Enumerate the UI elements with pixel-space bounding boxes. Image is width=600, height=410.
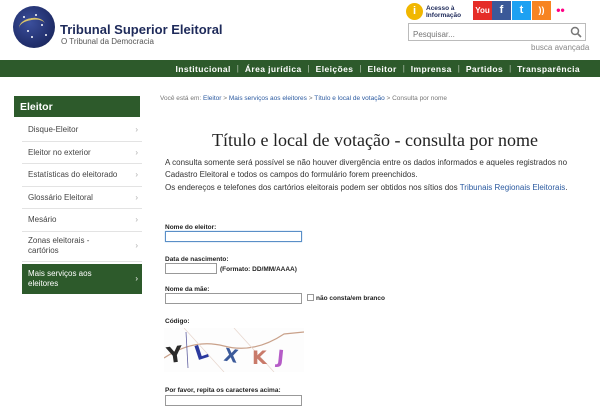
captcha-char-4: K (252, 347, 268, 369)
nav-institucional[interactable]: Institucional (170, 64, 237, 74)
site-subtitle: O Tribunal da Democracia (61, 37, 154, 46)
sidebar-item-label: Estatísticas do eleitorado (28, 170, 118, 180)
page-title: Título e local de votação - consulta por… (212, 130, 538, 150)
captcha-image: Y L X K J (164, 328, 304, 372)
breadcrumb-current: Consulta por nome (392, 95, 448, 102)
sidebar-item-label: Glossário Eleitoral (28, 192, 93, 202)
main-nav: Institucional | Área jurídica | Eleições… (0, 60, 600, 77)
twitter-icon[interactable]: t (512, 1, 531, 20)
birth-date-label: Data de nascimento: (165, 256, 229, 263)
nav-imprensa[interactable]: Imprensa (405, 64, 458, 74)
chevron-right-icon: › (135, 273, 138, 283)
sidebar-item-label: Eleitor no exterior (28, 147, 91, 157)
info-icon: i (406, 3, 423, 20)
advanced-search-link[interactable]: busca avançada (531, 43, 589, 52)
sidebar-item-estatisticas[interactable]: Estatísticas do eleitorado › (22, 164, 142, 187)
sidebar-menu: Disque-Eleitor › Eleitor no exterior › E… (22, 119, 142, 294)
sidebar-title[interactable]: Eleitor (14, 96, 140, 117)
mother-name-input[interactable] (165, 293, 302, 304)
chevron-right-icon: › (135, 215, 138, 225)
chevron-right-icon: › (135, 147, 138, 157)
sidebar-item-label: Mais serviços aos eleitores (28, 268, 92, 288)
tribunais-regionais-link[interactable]: Tribunais Regionais Eleitorais (460, 183, 566, 192)
sidebar-item-mesario[interactable]: Mesário › (22, 209, 142, 232)
breadcrumb-link-eleitor[interactable]: Eleitor (203, 95, 221, 102)
captcha-repeat-label: Por favor, repita os caracteres acima: (165, 387, 281, 394)
chevron-right-icon: › (135, 241, 138, 250)
rss-icon[interactable]: )) (532, 1, 551, 20)
sidebar-item-zonas-eleitorais[interactable]: Zonas eleitorais - cartórios › (22, 232, 142, 262)
breadcrumb-link-titulo[interactable]: Título e local de votação (314, 95, 384, 102)
facebook-icon[interactable]: f (492, 1, 511, 20)
intro-text: A consulta somente será possível se não … (165, 158, 568, 192)
tse-logo[interactable] (13, 6, 55, 48)
sidebar-item-disque-eleitor[interactable]: Disque-Eleitor › (22, 119, 142, 142)
search-icon[interactable] (570, 26, 582, 38)
chevron-right-icon: › (135, 192, 138, 202)
youtube-icon[interactable]: You (473, 1, 492, 20)
sidebar-item-label: Disque-Eleitor (28, 125, 79, 135)
nav-eleicoes[interactable]: Eleições (310, 64, 360, 74)
mother-not-listed-label: não consta/em branco (316, 295, 385, 302)
sidebar-item-glossario[interactable]: Glossário Eleitoral › (22, 187, 142, 209)
nav-area-juridica[interactable]: Área jurídica (239, 64, 308, 74)
sidebar-item-mais-servicos[interactable]: Mais serviços aos eleitores › (22, 263, 142, 294)
mother-name-label: Nome da mãe: (165, 286, 210, 293)
site-name[interactable]: Tribunal Superior Eleitoral (60, 22, 223, 37)
sidebar-item-label: Mesário (28, 215, 57, 225)
sidebar-item-label: Zonas eleitorais - cartórios (28, 236, 90, 255)
nav-partidos[interactable]: Partidos (460, 64, 509, 74)
sidebar-item-eleitor-exterior[interactable]: Eleitor no exterior › (22, 142, 142, 164)
voter-name-label: Nome do eleitor: (165, 224, 217, 231)
access-information-link[interactable]: i Acesso à Informação (406, 3, 461, 20)
nav-transparencia[interactable]: Transparência (511, 64, 586, 74)
access-information-label: Acesso à Informação (426, 4, 462, 19)
breadcrumb-link-mais-servicos[interactable]: Mais serviços aos eleitores (229, 95, 307, 102)
birth-date-format-hint: (Formato: DD/MM/AAAA) (220, 266, 297, 273)
nav-eleitor[interactable]: Eleitor (361, 64, 402, 74)
flickr-icon[interactable]: •• (551, 1, 570, 20)
captcha-label: Código: (165, 318, 190, 325)
chevron-right-icon: › (135, 125, 138, 135)
search-box (408, 23, 586, 43)
mother-not-listed-checkbox[interactable] (307, 294, 314, 301)
breadcrumb: Você está em: Eleitor > Mais serviços ao… (160, 95, 448, 102)
voter-name-input[interactable] (165, 231, 302, 242)
search-input[interactable] (409, 26, 559, 43)
chevron-right-icon: › (135, 170, 138, 180)
birth-date-input[interactable] (165, 263, 217, 274)
captcha-input[interactable] (165, 395, 302, 406)
